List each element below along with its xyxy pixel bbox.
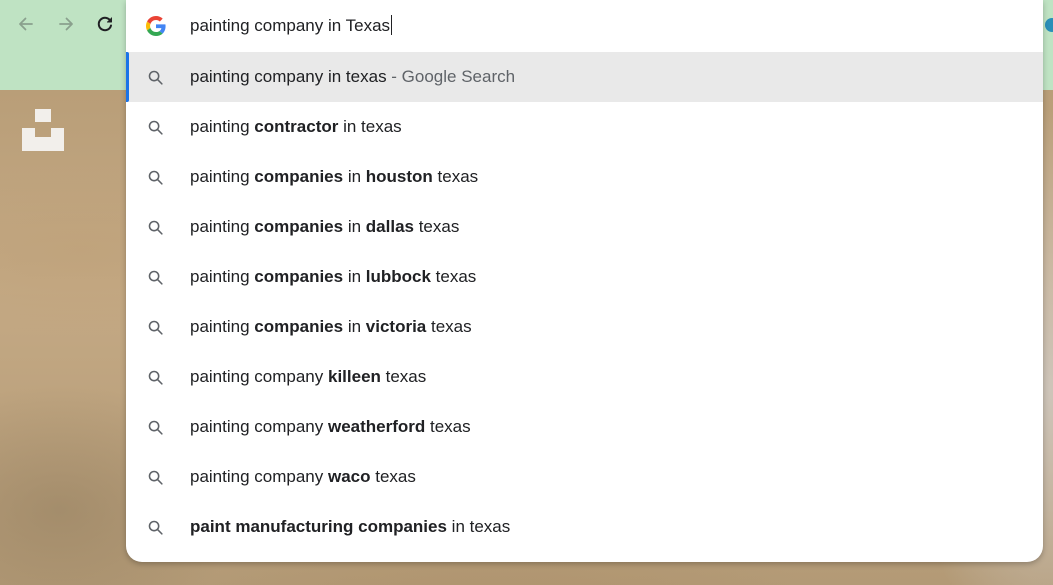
profile-avatar[interactable] — [1045, 18, 1053, 32]
search-icon — [148, 270, 163, 285]
search-icon — [148, 370, 163, 385]
suggestion-text-part: painting — [190, 267, 255, 286]
search-icon — [148, 520, 163, 535]
suggestion-text-part: texas — [370, 467, 416, 486]
omnibox-input-row[interactable]: painting company in Texas — [126, 0, 1043, 52]
suggestion-text-part: in — [343, 267, 366, 286]
search-icon — [148, 420, 163, 435]
suggestion-text: painting companies in dallas texas — [190, 202, 459, 252]
suggestion-item[interactable]: painting contractor in texas — [126, 102, 1043, 152]
suggestion-text: painting company waco texas — [190, 452, 416, 502]
suggestion-match-bold: companies — [254, 317, 344, 336]
omnibox-input[interactable]: painting company in Texas — [190, 12, 393, 40]
suggestion-item[interactable]: painting company waco texas — [126, 452, 1043, 502]
suggestion-text-part: in — [343, 317, 366, 336]
omnibox-input-text: painting company in Texas — [190, 16, 391, 35]
suggestion-match-bold: lubbock — [365, 267, 431, 286]
suggestion-item[interactable]: painting companies in victoria texas — [126, 302, 1043, 352]
suggestion-text: painting company killeen texas — [190, 352, 426, 402]
omnibox-dropdown: painting company in Texas painting compa… — [126, 0, 1043, 562]
google-g-icon — [146, 16, 166, 36]
suggestion-text-part: in texas — [446, 517, 511, 536]
suggestion-match-bold: victoria — [365, 317, 427, 336]
suggestion-item[interactable]: painting companies in dallas texas — [126, 202, 1043, 252]
suggestion-match-bold: houston — [365, 167, 433, 186]
suggestion-suffix: - Google Search — [386, 67, 516, 86]
suggestion-item[interactable]: painting companies in lubbock texas — [126, 252, 1043, 302]
forward-button[interactable] — [52, 10, 80, 38]
suggestion-text-part: in — [343, 217, 366, 236]
suggestion-item[interactable]: paint manufacturing companies in texas — [126, 502, 1043, 552]
suggestion-text: paint manufacturing companies in texas — [190, 502, 510, 552]
arrow-right-icon — [59, 17, 73, 31]
suggestion-match-bold: weatherford — [327, 417, 426, 436]
suggestion-text-part: painting company — [190, 417, 328, 436]
suggestion-text-part: painting — [190, 317, 255, 336]
suggestion-list: painting company in texas - Google Searc… — [126, 52, 1043, 552]
search-icon — [148, 320, 163, 335]
suggestion-text-part: painting — [190, 117, 255, 136]
search-icon — [148, 70, 163, 85]
suggestion-match-bold: killeen — [327, 367, 381, 386]
suggestion-text: painting contractor in texas — [190, 102, 402, 152]
suggestion-text: painting companies in victoria texas — [190, 302, 472, 352]
suggestion-text-part: painting company in texas — [190, 67, 387, 86]
suggestion-text-part: texas — [425, 417, 471, 436]
suggestion-text-part: painting company — [190, 367, 328, 386]
back-button[interactable] — [12, 10, 40, 38]
suggestion-text-part: texas — [380, 367, 427, 386]
suggestion-match-bold: companies — [254, 167, 344, 186]
unsplash-logo-icon — [22, 109, 64, 151]
suggestion-text-part: painting — [190, 217, 255, 236]
suggestion-text-part: texas — [413, 217, 460, 236]
suggestion-match-bold: paint manufacturing companies — [190, 517, 447, 536]
suggestion-text: painting companies in houston texas — [190, 152, 478, 202]
suggestion-match-bold: contractor — [254, 117, 339, 136]
suggestion-text-part: texas — [432, 167, 479, 186]
search-icon — [148, 170, 163, 185]
search-icon — [148, 470, 163, 485]
search-icon — [148, 120, 163, 135]
text-caret — [391, 15, 393, 35]
arrow-left-icon — [19, 17, 33, 31]
suggestion-item[interactable]: painting company in texas - Google Searc… — [126, 52, 1043, 102]
search-icon — [148, 220, 163, 235]
suggestion-match-bold: companies — [254, 267, 344, 286]
suggestion-match-bold: companies — [254, 217, 344, 236]
suggestion-text: painting companies in lubbock texas — [190, 252, 476, 302]
unsplash-logo[interactable] — [22, 109, 64, 151]
suggestion-text-part: in texas — [338, 117, 402, 136]
suggestion-text: painting company weatherford texas — [190, 402, 471, 452]
suggestion-item[interactable]: painting company killeen texas — [126, 352, 1043, 402]
suggestion-match-bold: waco — [327, 467, 371, 486]
reload-button[interactable] — [91, 10, 119, 38]
suggestion-text-part: in — [343, 167, 366, 186]
suggestion-text: painting company in texas - Google Searc… — [190, 52, 515, 102]
suggestion-match-bold: dallas — [365, 217, 414, 236]
suggestion-text-part: painting — [190, 167, 255, 186]
suggestion-item[interactable]: painting companies in houston texas — [126, 152, 1043, 202]
reload-icon — [97, 16, 112, 32]
suggestion-text-part: painting company — [190, 467, 328, 486]
suggestion-text-part: texas — [426, 317, 472, 336]
suggestion-item[interactable]: painting company weatherford texas — [126, 402, 1043, 452]
suggestion-text-part: texas — [430, 267, 477, 286]
